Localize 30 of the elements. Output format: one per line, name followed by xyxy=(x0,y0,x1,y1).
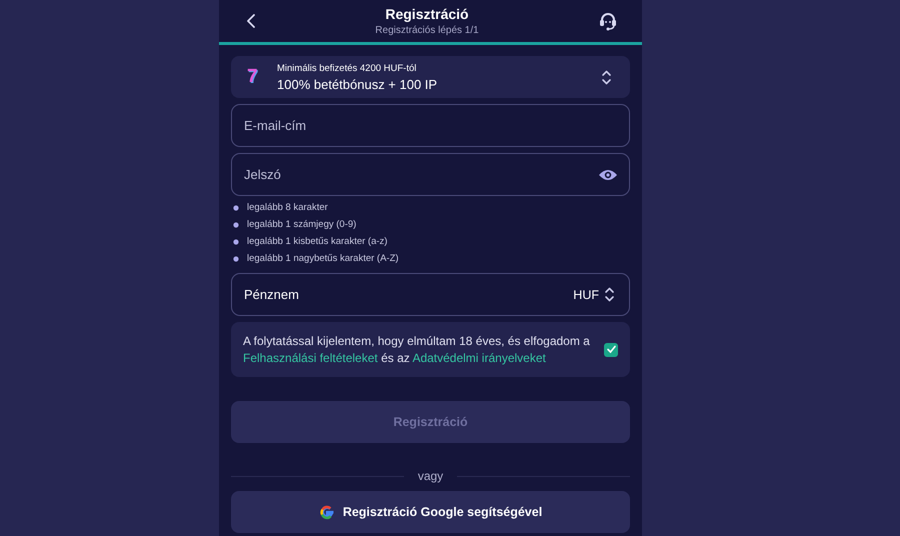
terms-checkbox[interactable] xyxy=(604,342,618,356)
password-rule: legalább 1 kisbetűs karakter (a-z) xyxy=(247,236,388,247)
password-field[interactable]: Jelszó xyxy=(231,153,630,196)
bonus-offer: 100% betétbónusz + 100 IP xyxy=(277,76,438,92)
page-title: Regisztráció xyxy=(385,6,469,22)
check-icon xyxy=(606,344,616,355)
email-field[interactable]: E-mail-cím xyxy=(231,104,630,147)
bonus-logo: 7 xyxy=(247,66,259,88)
bonus-caption: Minimális befizetés 4200 HUF-tól xyxy=(277,62,418,74)
password-rule: legalább 8 karakter xyxy=(247,202,328,213)
currency-selector[interactable]: Pénznem HUF xyxy=(231,273,630,316)
bonus-selector[interactable]: 7 Minimális befizetés 4200 HUF-tól 100% betétbónusz + 100 IP xyxy=(231,56,630,98)
terms-link[interactable]: Adatvédelmi irányelveket xyxy=(412,350,546,364)
google-icon xyxy=(318,504,335,520)
bullet-icon xyxy=(233,256,239,262)
terms-text: A folytatással kijelentem, hogy elmúltam 18 éves, és elfogadom a Felhasználási feltételeket és az Adatvédelmi irányelveket xyxy=(243,332,591,366)
step-label: Regisztrációs lépés 1/1 xyxy=(375,25,479,36)
terms-link[interactable]: Felhasználási feltételeket xyxy=(243,350,378,364)
password-rule: legalább 1 nagybetűs karakter (A-Z) xyxy=(247,253,399,264)
password-rule: legalább 1 számjegy (0-9) xyxy=(247,219,356,230)
google-signup-button[interactable]: Regisztráció Google segítségével xyxy=(231,491,630,533)
headset-icon[interactable] xyxy=(598,11,618,31)
currency-value: HUF xyxy=(573,288,599,302)
back-icon[interactable] xyxy=(246,13,256,29)
bullet-icon xyxy=(233,222,239,228)
divider-label: vagy xyxy=(418,469,444,483)
bullet-icon xyxy=(233,204,239,210)
eye-icon[interactable] xyxy=(598,167,618,183)
bullet-icon xyxy=(233,238,239,244)
currency-label: Pénznem xyxy=(244,287,299,302)
